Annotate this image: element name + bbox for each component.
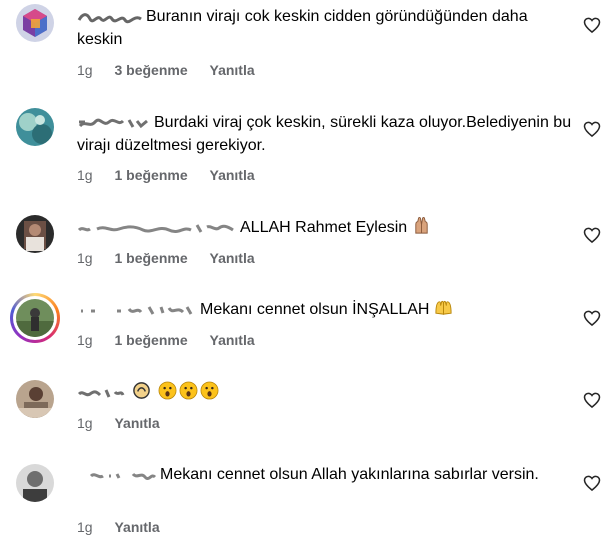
username-blurred[interactable] (77, 386, 125, 400)
username-blurred[interactable] (77, 10, 143, 24)
comment-item: Buranın virajı cok keskin cidden göründü… (0, 0, 609, 100)
comment-meta: 1g Yanıtla (77, 415, 178, 431)
username-blurred[interactable] (77, 303, 197, 317)
comment-text-block: ALLAH Rahmet Eylesin (77, 216, 577, 239)
heart-outline-icon[interactable] (582, 15, 602, 35)
reply-button[interactable]: Yanıtla (114, 415, 159, 431)
user-avatar[interactable] (16, 464, 54, 502)
comment-text-block (77, 381, 577, 404)
user-avatar[interactable] (16, 215, 54, 253)
comment-age: 1g (77, 332, 93, 348)
comment-meta: 1g 1 beğenme Yanıtla (77, 332, 273, 348)
comment-text: Mekanı cennet olsun Allah yakınlarına sa… (160, 466, 539, 483)
reply-button[interactable]: Yanıtla (210, 332, 255, 348)
photo-avatar-icon (16, 380, 54, 418)
photo-avatar-icon (16, 215, 54, 253)
comment-text: Mekanı cennet olsun İNŞALLAH (200, 301, 430, 318)
like-count[interactable]: 1 beğenme (114, 332, 187, 348)
username-blurred[interactable] (77, 468, 157, 482)
comment-age: 1g (77, 167, 93, 183)
story-ring-avatar[interactable] (10, 293, 60, 343)
comment-text: Buranın virajı cok keskin cidden göründü… (77, 8, 528, 48)
photo-avatar-icon (16, 108, 54, 146)
heart-outline-icon[interactable] (582, 119, 602, 139)
astonished-face-emoji (200, 381, 219, 400)
comment-item: 1g Yanıtla (0, 373, 609, 453)
reply-button[interactable]: Yanıtla (210, 62, 255, 78)
comment-text-block: Buranın virajı cok keskin cidden göründü… (77, 5, 577, 51)
comment-item: Mekanı cennet olsun Allah yakınlarına sa… (0, 456, 609, 544)
photo-avatar-icon (16, 464, 54, 502)
heart-outline-icon[interactable] (582, 390, 602, 410)
comment-age: 1g (77, 519, 93, 535)
comment-text: Burdaki viraj çok keskin, sürekli kaza o… (77, 114, 572, 154)
reply-button[interactable]: Yanıtla (210, 167, 255, 183)
comment-age: 1g (77, 62, 93, 78)
folded-hands-emoji (412, 216, 431, 235)
comment-meta: 1g 3 beğenme Yanıtla (77, 62, 273, 78)
cube-avatar-icon (16, 4, 54, 42)
comment-meta: 1g Yanıtla (77, 519, 178, 535)
heart-outline-icon[interactable] (582, 473, 602, 493)
comment-meta: 1g 1 beğenme Yanıtla (77, 167, 273, 183)
hand-emoji (132, 381, 151, 400)
comment-age: 1g (77, 250, 93, 266)
heart-outline-icon[interactable] (582, 308, 602, 328)
comment-item: ALLAH Rahmet Eylesin 1g 1 beğenme Yanıtl… (0, 208, 609, 288)
username-blurred[interactable] (77, 116, 151, 130)
user-avatar[interactable] (16, 108, 54, 146)
astonished-face-emoji (179, 381, 198, 400)
comment-text: ALLAH Rahmet Eylesin (240, 219, 408, 236)
open-hands-emoji (434, 298, 453, 317)
reply-button[interactable]: Yanıtla (114, 519, 159, 535)
like-count[interactable]: 1 beğenme (114, 167, 187, 183)
comment-item: Mekanı cennet olsun İNŞALLAH 1g 1 beğenm… (0, 290, 609, 370)
reply-button[interactable]: Yanıtla (210, 250, 255, 266)
comment-text-block: Mekanı cennet olsun İNŞALLAH (77, 298, 577, 321)
heart-outline-icon[interactable] (582, 225, 602, 245)
comment-text-block: Burdaki viraj çok keskin, sürekli kaza o… (77, 111, 577, 157)
comment-text-block: Mekanı cennet olsun Allah yakınlarına sa… (77, 463, 577, 486)
comment-item: Burdaki viraj çok keskin, sürekli kaza o… (0, 104, 609, 204)
astonished-face-emoji (158, 381, 177, 400)
story-ring-inner (13, 296, 57, 340)
comment-age: 1g (77, 415, 93, 431)
story-ring-avatar-icon (16, 299, 54, 337)
username-blurred[interactable] (77, 221, 237, 235)
comment-meta: 1g 1 beğenme Yanıtla (77, 250, 273, 266)
user-avatar[interactable] (16, 380, 54, 418)
like-count[interactable]: 1 beğenme (114, 250, 187, 266)
user-avatar[interactable] (16, 4, 54, 42)
like-count[interactable]: 3 beğenme (114, 62, 187, 78)
